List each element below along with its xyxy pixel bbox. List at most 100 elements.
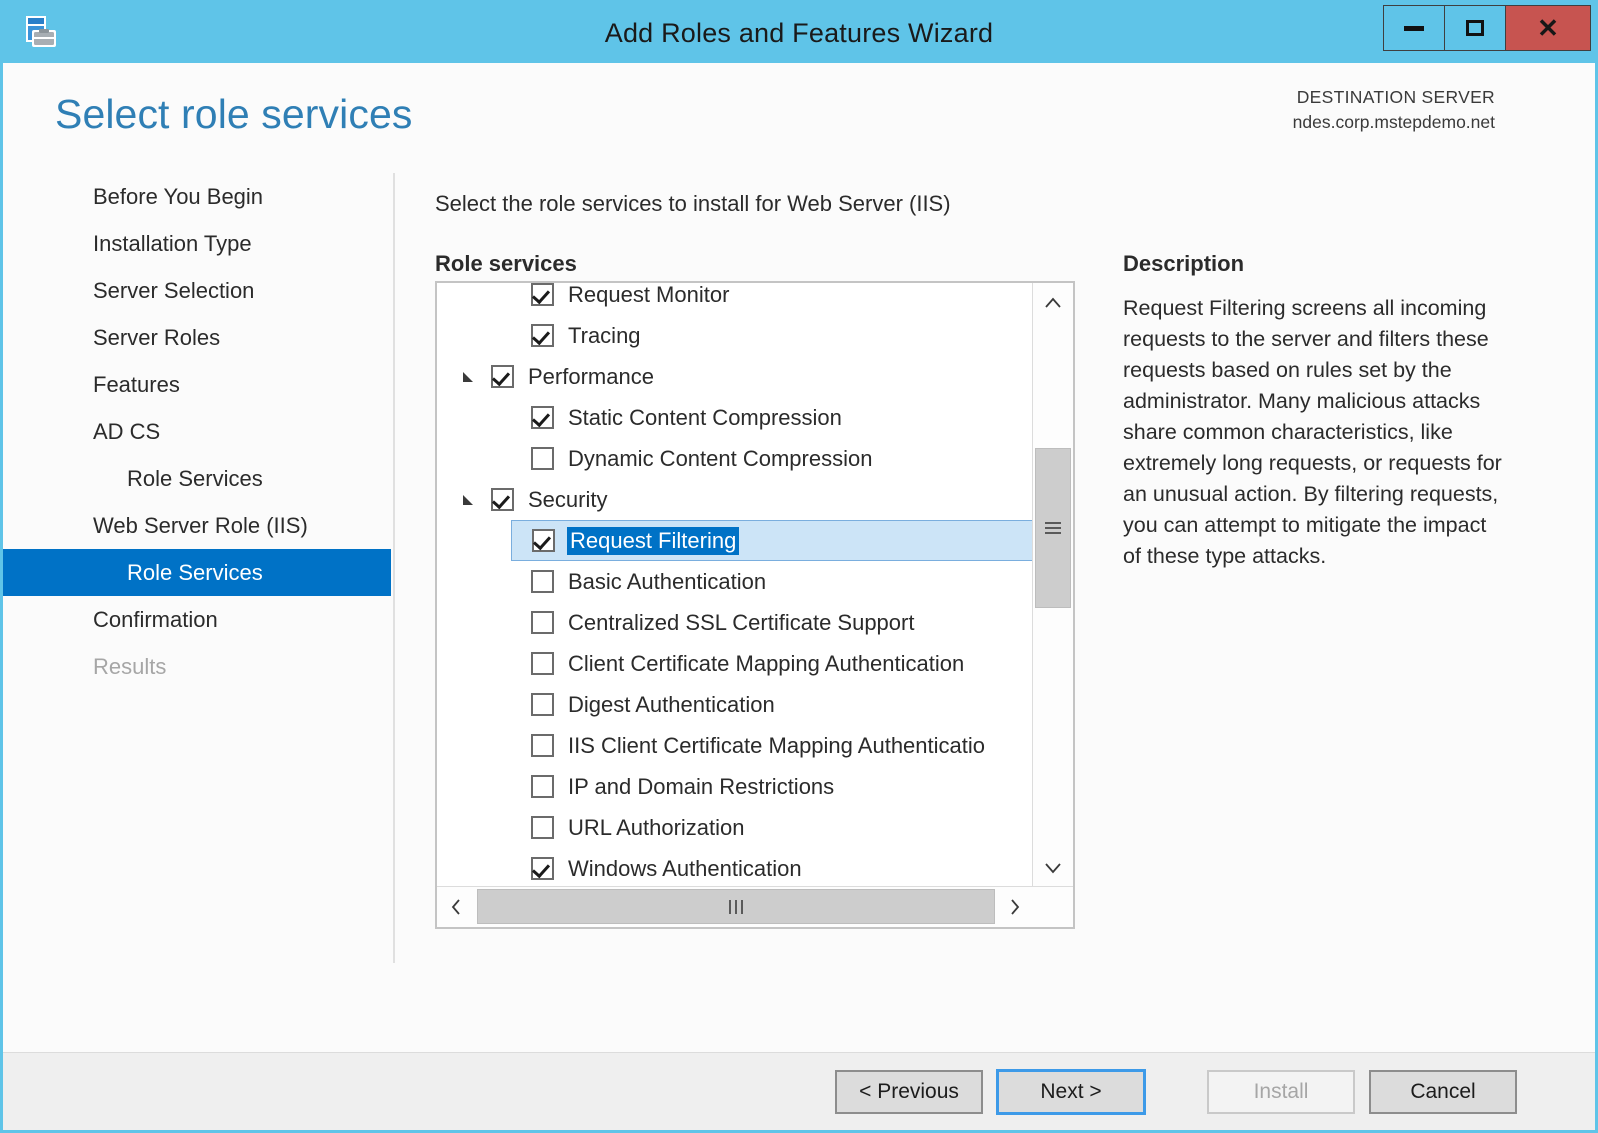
destination-server-value: ndes.corp.mstepdemo.net — [1292, 112, 1495, 133]
checkbox-checked-icon[interactable] — [531, 857, 554, 880]
role-service-label: Security — [528, 486, 608, 512]
sidebar-item-ad-cs[interactable]: AD CS — [3, 408, 393, 455]
description-heading: Description — [1123, 251, 1245, 276]
sidebar-item-server-roles[interactable]: Server Roles — [3, 314, 393, 361]
previous-button[interactable]: < Previous — [835, 1070, 983, 1114]
checkbox-unchecked-icon[interactable] — [531, 570, 554, 593]
horizontal-scrollbar[interactable] — [437, 886, 1073, 927]
expand-collapse-icon[interactable] — [457, 489, 479, 511]
destination-server-block: DESTINATION SERVER ndes.corp.mstepdemo.n… — [1293, 85, 1495, 136]
checkbox-unchecked-icon[interactable] — [531, 734, 554, 757]
role-service-row[interactable]: Security — [437, 479, 1033, 520]
scrollbar-grip-icon — [727, 899, 745, 914]
page-header: Select role services DESTINATION SERVER … — [3, 63, 1595, 173]
add-roles-wizard-window: Add Roles and Features Wizard ✕ Select r… — [0, 0, 1598, 1133]
scroll-left-icon[interactable] — [437, 887, 475, 926]
role-service-label: IP and Domain Restrictions — [568, 773, 835, 799]
role-service-row[interactable]: Request Monitor — [437, 283, 1033, 315]
wizard-content: Select the role services to install for … — [395, 173, 1595, 1053]
checkbox-checked-icon[interactable] — [531, 283, 554, 306]
checkbox-unchecked-icon[interactable] — [531, 775, 554, 798]
sidebar-item-role-services[interactable]: Role Services — [3, 455, 393, 502]
wizard-page: Select role services DESTINATION SERVER … — [3, 63, 1595, 1130]
sidebar-item-results[interactable]: Results — [3, 643, 393, 690]
close-icon: ✕ — [1537, 13, 1559, 43]
role-service-row[interactable]: Digest Authentication — [437, 684, 1033, 725]
checkbox-unchecked-icon[interactable] — [531, 611, 554, 634]
role-service-label: Request Filtering — [567, 526, 740, 555]
role-service-label: Digest Authentication — [568, 691, 775, 717]
instruction-text: Select the role services to install for … — [435, 191, 951, 216]
wizard-step-nav: Before You Begin Installation Type Server … — [3, 173, 395, 963]
role-service-label: Static Content Compression — [568, 404, 842, 430]
sidebar-item-role-services[interactable]: Role Services — [3, 549, 391, 596]
role-services-viewport: Request Monitor Tracing Performance Static … — [437, 283, 1033, 887]
checkbox-checked-icon[interactable] — [532, 529, 555, 552]
destination-server-label: DESTINATION SERVER — [1296, 87, 1495, 107]
description-text: Request Filtering screens all incoming r… — [1123, 296, 1502, 568]
role-service-row[interactable]: Performance — [437, 356, 1033, 397]
minimize-icon — [1404, 25, 1424, 31]
role-service-label: Windows Authentication — [568, 855, 802, 881]
role-service-label: URL Authorization — [568, 814, 745, 840]
checkbox-checked-icon[interactable] — [531, 324, 554, 347]
title-bar: Add Roles and Features Wizard ✕ — [3, 3, 1595, 63]
install-button: Install — [1207, 1070, 1355, 1114]
page-title: Select role services — [55, 91, 413, 137]
next-button[interactable]: Next > — [996, 1069, 1146, 1115]
role-service-row[interactable]: URL Authorization — [437, 807, 1033, 848]
role-service-label: Performance — [528, 363, 654, 389]
scroll-right-icon[interactable] — [995, 887, 1033, 926]
role-service-label: Tracing — [568, 322, 641, 348]
wizard-toolbox-icon — [21, 13, 61, 53]
wizard-main: Before You Begin Installation Type Server … — [3, 173, 1595, 1053]
role-service-row[interactable]: Request Filtering — [511, 520, 1033, 561]
minimize-button[interactable] — [1383, 5, 1445, 51]
scrollbar-grip-icon — [1045, 519, 1061, 537]
sidebar-item-server-selection[interactable]: Server Selection — [3, 267, 393, 314]
role-service-label: Request Monitor — [568, 283, 730, 307]
role-service-row[interactable]: IP and Domain Restrictions — [437, 766, 1033, 807]
role-service-row[interactable]: Centralized SSL Certificate Support — [437, 602, 1033, 643]
maximize-icon — [1466, 20, 1484, 36]
role-service-row[interactable]: Client Certificate Mapping Authenticatio… — [437, 643, 1033, 684]
checkbox-checked-icon[interactable] — [491, 365, 514, 388]
window-title: Add Roles and Features Wizard — [604, 17, 994, 48]
role-service-row[interactable]: Basic Authentication — [437, 561, 1033, 602]
role-services-heading: Role services — [435, 251, 577, 276]
sidebar-item-web-server-role-iis[interactable]: Web Server Role (IIS) — [3, 502, 393, 549]
checkbox-unchecked-icon[interactable] — [531, 447, 554, 470]
role-service-row[interactable]: Static Content Compression — [437, 397, 1033, 438]
role-service-label: Centralized SSL Certificate Support — [568, 609, 915, 635]
role-service-row[interactable]: Dynamic Content Compression — [437, 438, 1033, 479]
cancel-button[interactable]: Cancel — [1369, 1070, 1517, 1114]
sidebar-item-features[interactable]: Features — [3, 361, 393, 408]
sidebar-item-installation-type[interactable]: Installation Type — [3, 220, 393, 267]
checkbox-checked-icon[interactable] — [531, 406, 554, 429]
vertical-scrollbar[interactable] — [1032, 283, 1073, 887]
role-service-label: Dynamic Content Compression — [568, 445, 873, 471]
expand-collapse-icon[interactable] — [457, 366, 479, 388]
scroll-down-icon[interactable] — [1033, 849, 1073, 887]
role-service-label: IIS Client Certificate Mapping Authentic… — [568, 732, 986, 758]
maximize-button[interactable] — [1444, 5, 1506, 51]
role-service-row[interactable]: Windows Authentication — [437, 848, 1033, 887]
close-button[interactable]: ✕ — [1505, 5, 1591, 51]
role-service-label: Basic Authentication — [568, 568, 767, 594]
role-service-label: Client Certificate Mapping Authenticatio… — [568, 650, 965, 676]
checkbox-unchecked-icon[interactable] — [531, 816, 554, 839]
vertical-scrollbar-thumb[interactable] — [1035, 448, 1071, 608]
scrollbar-corner — [1033, 887, 1073, 927]
role-services-rows: Request Monitor Tracing Performance Static … — [437, 283, 1033, 887]
checkbox-unchecked-icon[interactable] — [531, 652, 554, 675]
wizard-footer: < Previous Next > Install Cancel — [3, 1052, 1595, 1130]
scroll-up-icon[interactable] — [1033, 283, 1073, 321]
sidebar-item-confirmation[interactable]: Confirmation — [3, 596, 393, 643]
horizontal-scrollbar-thumb[interactable] — [477, 889, 995, 924]
role-services-listbox[interactable]: Request Monitor Tracing Performance Static … — [435, 281, 1075, 929]
sidebar-item-before-you-begin[interactable]: Before You Begin — [3, 173, 393, 220]
role-service-row[interactable]: IIS Client Certificate Mapping Authentic… — [437, 725, 1033, 766]
checkbox-checked-icon[interactable] — [491, 488, 514, 511]
role-service-row[interactable]: Tracing — [437, 315, 1033, 356]
checkbox-unchecked-icon[interactable] — [531, 693, 554, 716]
